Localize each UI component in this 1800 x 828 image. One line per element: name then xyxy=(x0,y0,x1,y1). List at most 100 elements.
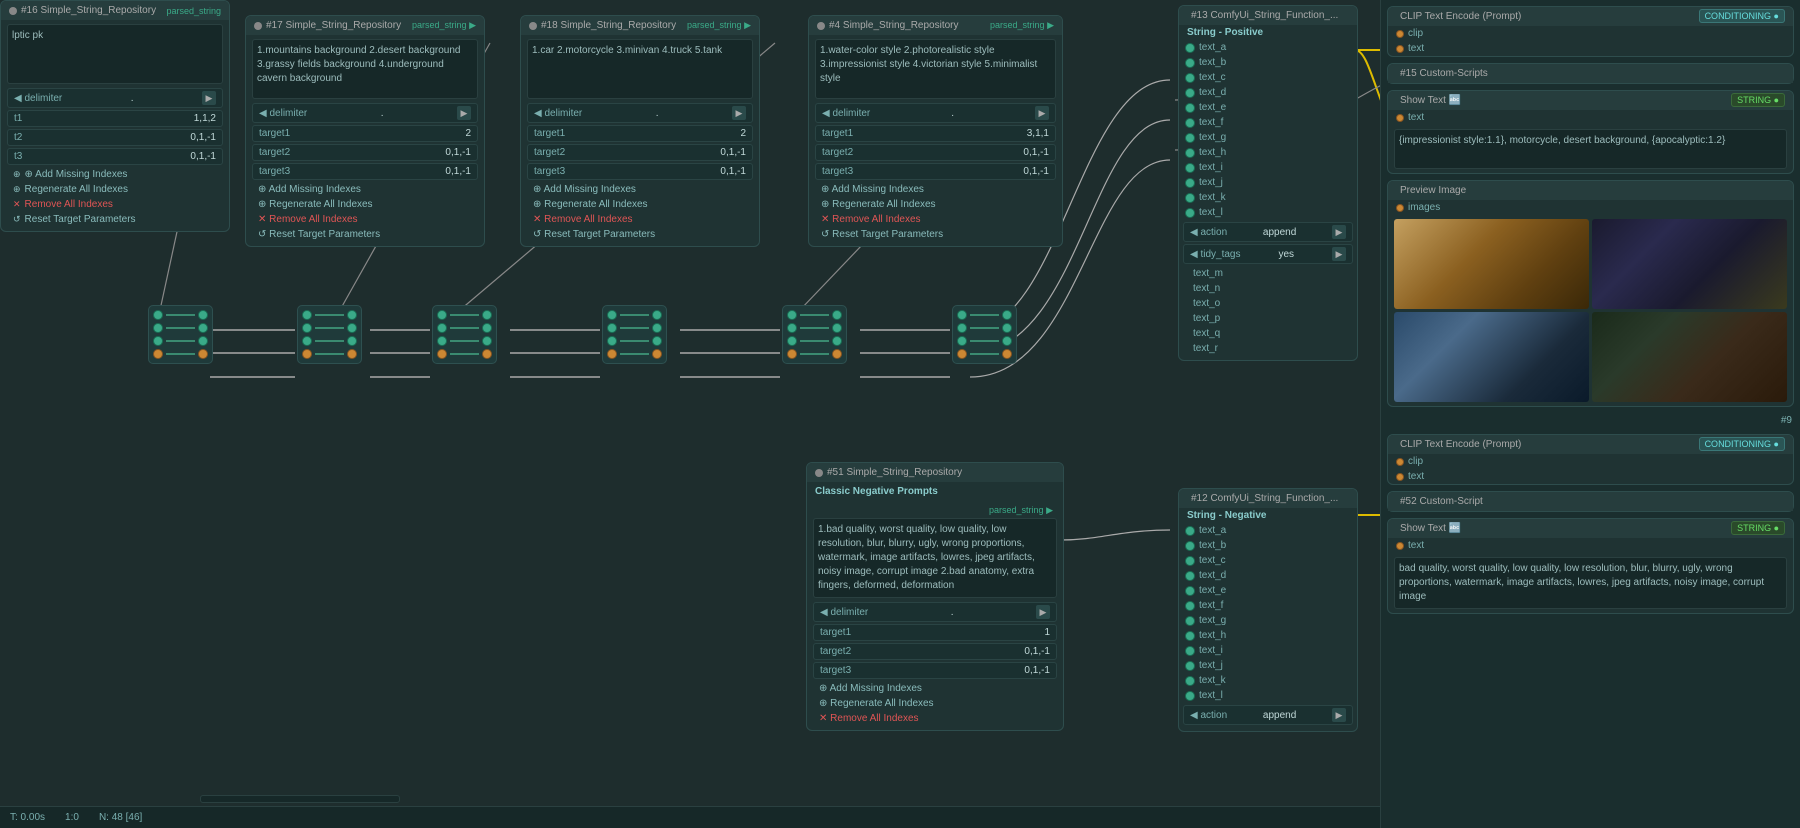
bg-remove-btn[interactable]: ✕ Remove All Indexes xyxy=(252,212,478,227)
sty-add-btn[interactable]: ⊕ Add Missing Indexes xyxy=(815,182,1056,197)
classic-negative-node: #51 Simple_String_Repository Classic Neg… xyxy=(806,462,1064,731)
cn6-p2 xyxy=(1002,310,1012,320)
fn-neg-action-row[interactable]: ◀ action append ▶ xyxy=(1183,705,1353,725)
classic-neg-dot xyxy=(815,469,823,477)
veh-t2-row[interactable]: target2 0,1,-1 xyxy=(527,144,753,161)
cs52-header: #52 Custom-Script xyxy=(1388,492,1793,511)
sty-delimiter-value: . xyxy=(951,108,954,119)
fn-neg-td: text_d xyxy=(1179,568,1357,583)
cn6-row4 xyxy=(957,349,1012,359)
st-neg-text-row: text xyxy=(1388,538,1793,553)
classic-neg-title: #51 Simple_String_Repository xyxy=(827,467,962,478)
bg-t1-row[interactable]: target1 2 xyxy=(252,125,478,142)
cn-t3-row[interactable]: target3 0,1,-1 xyxy=(813,662,1057,679)
bg-delimiter-arrow[interactable]: ▶ xyxy=(457,106,471,120)
styles-text: 1.water-color style 2.photorealistic sty… xyxy=(820,45,1037,84)
fn-pos-tidy-value: yes xyxy=(1278,249,1294,260)
fn-neg-tg-port xyxy=(1185,616,1195,626)
veh-delimiter-row[interactable]: ◀ delimiter . ▶ xyxy=(527,103,753,123)
left-node-output: parsed_string xyxy=(166,6,221,16)
fn-pos-action-arrow[interactable]: ▶ xyxy=(1332,225,1346,239)
fn-pos-tidy-row[interactable]: ◀ tidy_tags yes ▶ xyxy=(1183,244,1353,264)
cn-delimiter-label: ◀ delimiter xyxy=(820,607,868,618)
cn-t2-row[interactable]: target2 0,1,-1 xyxy=(813,643,1057,660)
fn-neg-header: #12 ComfyUi_String_Function_... xyxy=(1179,489,1357,508)
fn-neg-action-arrow[interactable]: ▶ xyxy=(1332,708,1346,722)
bg-regen-btn[interactable]: ⊕ Regenerate All Indexes xyxy=(252,197,478,212)
fn-neg-th: text_h xyxy=(1179,628,1357,643)
bg-reset-btn[interactable]: ↺ Reset Target Parameters xyxy=(252,227,478,242)
clip-pos-text-row: text xyxy=(1388,41,1793,56)
sty-t1-row[interactable]: target1 3,1,1 xyxy=(815,125,1056,142)
st-neg-header: Show Text 🔤 STRING ● xyxy=(1388,519,1793,538)
left-t1-value: 1,1,2 xyxy=(194,113,216,124)
fn-pos-header: #13 ComfyUi_String_Function_... xyxy=(1179,6,1357,25)
sty-regen-btn[interactable]: ⊕ Regenerate All Indexes xyxy=(815,197,1056,212)
veh-add-btn[interactable]: ⊕ Add Missing Indexes xyxy=(527,182,753,197)
left-regen-btn[interactable]: ⊕Regenerate All Indexes xyxy=(7,182,223,197)
cn-t1-label: target1 xyxy=(820,627,851,638)
sty-remove-btn[interactable]: ✕ Remove All Indexes xyxy=(815,212,1056,227)
cn4-p5 xyxy=(607,336,617,346)
cn-t1-row[interactable]: target1 1 xyxy=(813,624,1057,641)
cn-t2-label: target2 xyxy=(820,646,851,657)
veh-regen-btn[interactable]: ⊕ Regenerate All Indexes xyxy=(527,197,753,212)
veh-reset-btn[interactable]: ↺ Reset Target Parameters xyxy=(527,227,753,242)
cn-t3-label: target3 xyxy=(820,665,851,676)
left-t3-row[interactable]: t3 0,1,-1 xyxy=(7,148,223,165)
classic-neg-text: 1.bad quality, worst quality, low qualit… xyxy=(818,524,1035,591)
veh-t1-row[interactable]: target1 2 xyxy=(527,125,753,142)
fn-pos-action-row[interactable]: ◀ action append ▶ xyxy=(1183,222,1353,242)
st-neg-badge: STRING ● xyxy=(1731,523,1785,534)
left-delimiter-row[interactable]: ◀ delimiter . ▶ xyxy=(7,88,223,108)
sty-t2-label: target2 xyxy=(822,147,853,158)
fn-pos-tidy-arrow[interactable]: ▶ xyxy=(1332,247,1346,261)
veh-t3-row[interactable]: target3 0,1,-1 xyxy=(527,163,753,180)
left-add-btn[interactable]: ⊕⊕ Add Missing Indexes xyxy=(7,167,223,182)
cn5-p4 xyxy=(832,323,842,333)
cn-delimiter-arrow[interactable]: ▶ xyxy=(1036,605,1050,619)
bg-add-btn[interactable]: ⊕ Add Missing Indexes xyxy=(252,182,478,197)
connector-4 xyxy=(602,305,667,364)
vehicle-text: 1.car 2.motorcycle 3.minivan 4.truck 5.t… xyxy=(532,45,722,56)
classic-neg-content: 1.bad quality, worst quality, low qualit… xyxy=(813,518,1057,598)
cn-remove-btn[interactable]: ✕ Remove All Indexes xyxy=(813,711,1057,726)
cn6-p1 xyxy=(957,310,967,320)
cn-add-btn[interactable]: ⊕ Add Missing Indexes xyxy=(813,681,1057,696)
left-t2-row[interactable]: t2 0,1,-1 xyxy=(7,129,223,146)
bg-delimiter-row[interactable]: ◀ delimiter . ▶ xyxy=(252,103,478,123)
sty-t2-row[interactable]: target2 0,1,-1 xyxy=(815,144,1056,161)
cn-regen-btn[interactable]: ⊕ Regenerate All Indexes xyxy=(813,696,1057,711)
fn-pos-tj: text_j xyxy=(1179,175,1357,190)
st-pos-text-row: text xyxy=(1388,110,1793,125)
node9-label: #9 xyxy=(1381,413,1800,428)
cn6-p6 xyxy=(1002,336,1012,346)
veh-delimiter-value: . xyxy=(656,108,659,119)
cn5-p7 xyxy=(787,349,797,359)
fn-pos-td-port xyxy=(1185,88,1195,98)
veh-remove-btn[interactable]: ✕ Remove All Indexes xyxy=(527,212,753,227)
cn2-p8 xyxy=(347,349,357,359)
bg-t3-row[interactable]: target3 0,1,-1 xyxy=(252,163,478,180)
cn4-p6 xyxy=(652,336,662,346)
cn1-p2 xyxy=(198,310,208,320)
styles-content: 1.water-color style 2.photorealistic sty… xyxy=(815,39,1056,99)
backgrounds-node: #17 Simple_String_Repository parsed_stri… xyxy=(245,15,485,247)
clip-positive-node: CLIP Text Encode (Prompt) CONDITIONING ●… xyxy=(1387,6,1794,57)
sty-delimiter-arrow[interactable]: ▶ xyxy=(1035,106,1049,120)
cn3-row1 xyxy=(437,310,492,320)
cn2-p2 xyxy=(347,310,357,320)
veh-delimiter-arrow[interactable]: ▶ xyxy=(732,106,746,120)
cn2-row2 xyxy=(302,323,357,333)
bg-t2-row[interactable]: target2 0,1,-1 xyxy=(252,144,478,161)
left-t1-row[interactable]: t1 1,1,2 xyxy=(7,110,223,127)
clip-pos-text-left: text xyxy=(1396,43,1424,54)
sty-t3-row[interactable]: target3 0,1,-1 xyxy=(815,163,1056,180)
left-remove-btn[interactable]: ✕Remove All Indexes xyxy=(7,197,223,212)
fn-pos-te-port xyxy=(1185,103,1195,113)
left-delimiter-arrow[interactable]: ▶ xyxy=(202,91,216,105)
cn-delimiter-row[interactable]: ◀ delimiter . ▶ xyxy=(813,602,1057,622)
sty-delimiter-row[interactable]: ◀ delimiter . ▶ xyxy=(815,103,1056,123)
sty-reset-btn[interactable]: ↺ Reset Target Parameters xyxy=(815,227,1056,242)
left-reset-btn[interactable]: ↺Reset Target Parameters xyxy=(7,212,223,227)
